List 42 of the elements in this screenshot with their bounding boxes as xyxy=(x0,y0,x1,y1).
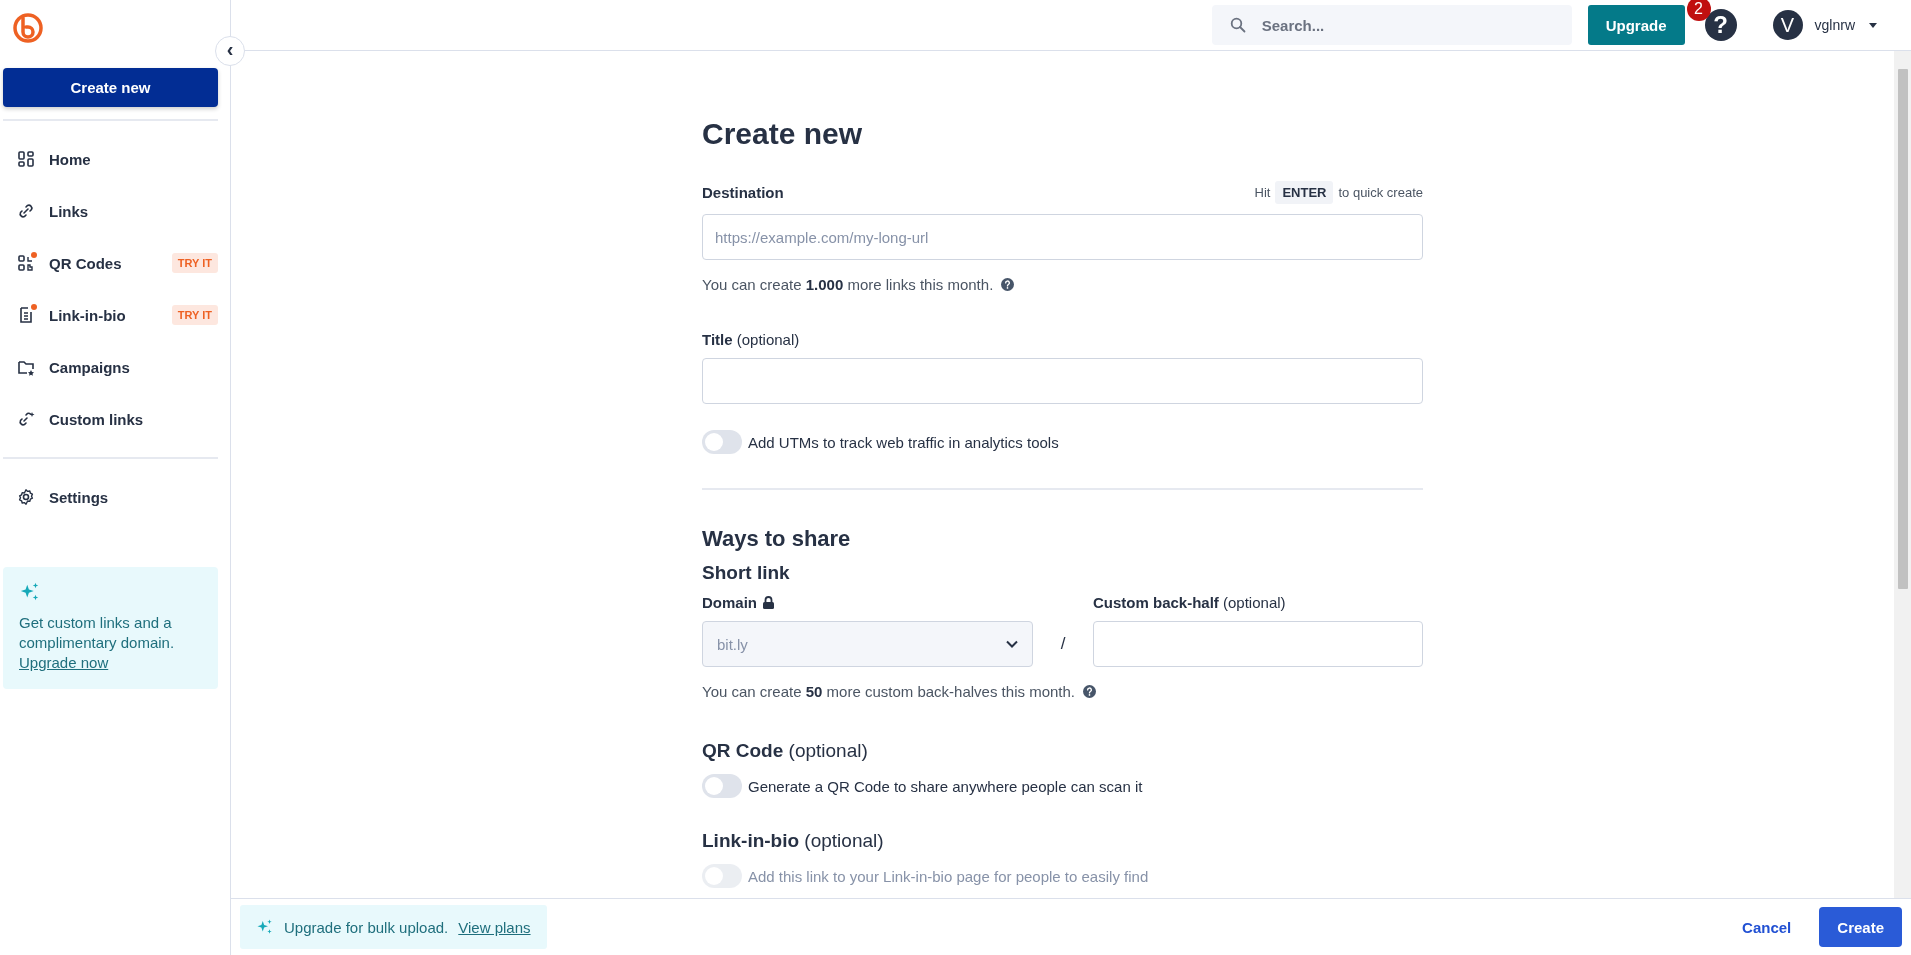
search-field[interactable]: Search... xyxy=(1211,5,1572,45)
field-label: Domain xyxy=(702,594,757,611)
sidebar-item[interactable]: Campaigns xyxy=(3,341,218,393)
quota-note: You can create 1.000 more links this month. xyxy=(702,276,994,293)
sidebar-item[interactable]: QR Codes TRY IT xyxy=(3,237,218,289)
section-heading: Link-in-bio (optional) xyxy=(702,830,885,852)
upgrade-now-link[interactable]: Upgrade now xyxy=(19,654,109,671)
subsection-heading: Short link xyxy=(702,562,791,584)
sidebar-item[interactable]: Link-in-bio TRY IT xyxy=(3,289,218,341)
hint-text: to quick create xyxy=(1338,185,1423,200)
sidebar-item[interactable]: Links xyxy=(3,185,218,237)
slash-separator: / xyxy=(1059,634,1067,654)
toggle-label: Add this link to your Link-in-bio page for people to easily find xyxy=(748,867,1149,885)
toggle-label: Add UTMs to track web traffic in analytics tools xyxy=(748,433,1059,451)
field-label: Destination xyxy=(702,184,784,201)
field-label: Title (optional) xyxy=(702,331,800,348)
view-plans-link[interactable]: View plans xyxy=(458,918,531,936)
try-it-badge: TRY IT xyxy=(171,305,218,325)
sidebar-item[interactable]: Custom links xyxy=(3,393,218,445)
notification-badge: 2 xyxy=(1686,0,1711,21)
toggle-label: Generate a QR Code to share anywhere people can scan it xyxy=(748,777,1143,795)
promo-text: Get custom links and a complimentary domain. Upgrade now xyxy=(19,613,176,673)
collapse-button[interactable]: ‹ xyxy=(215,36,245,66)
username[interactable]: vglnrw xyxy=(1814,17,1855,33)
help-button[interactable]: ? xyxy=(1704,9,1737,41)
cancel-button[interactable]: Cancel xyxy=(1730,910,1804,944)
field-label: Custom back-half (optional) xyxy=(1093,594,1287,611)
quota-note: You can create 50 more custom back-halves this month. xyxy=(702,683,1075,700)
hint-text: Hit xyxy=(1254,185,1271,200)
page-title: Create new xyxy=(702,117,864,151)
section-heading: QR Code (optional) xyxy=(702,740,869,762)
section-heading: Ways to share xyxy=(702,526,852,552)
try-it-badge: TRY IT xyxy=(171,253,218,273)
sidebar-item[interactable]: Home xyxy=(3,133,218,185)
banner-text: Upgrade for bulk upload. xyxy=(284,918,449,936)
create-new-button[interactable]: Create new xyxy=(3,68,218,107)
destination-field[interactable]: https://example.com/my-long-url xyxy=(702,214,1423,260)
create-button[interactable]: Create xyxy=(1819,907,1902,947)
user-avatar[interactable]: V xyxy=(1772,10,1803,40)
key-hint: ENTER xyxy=(1275,181,1334,204)
sidebar-item[interactable]: Settings xyxy=(3,471,218,523)
upgrade-button[interactable]: Upgrade xyxy=(1587,5,1685,45)
